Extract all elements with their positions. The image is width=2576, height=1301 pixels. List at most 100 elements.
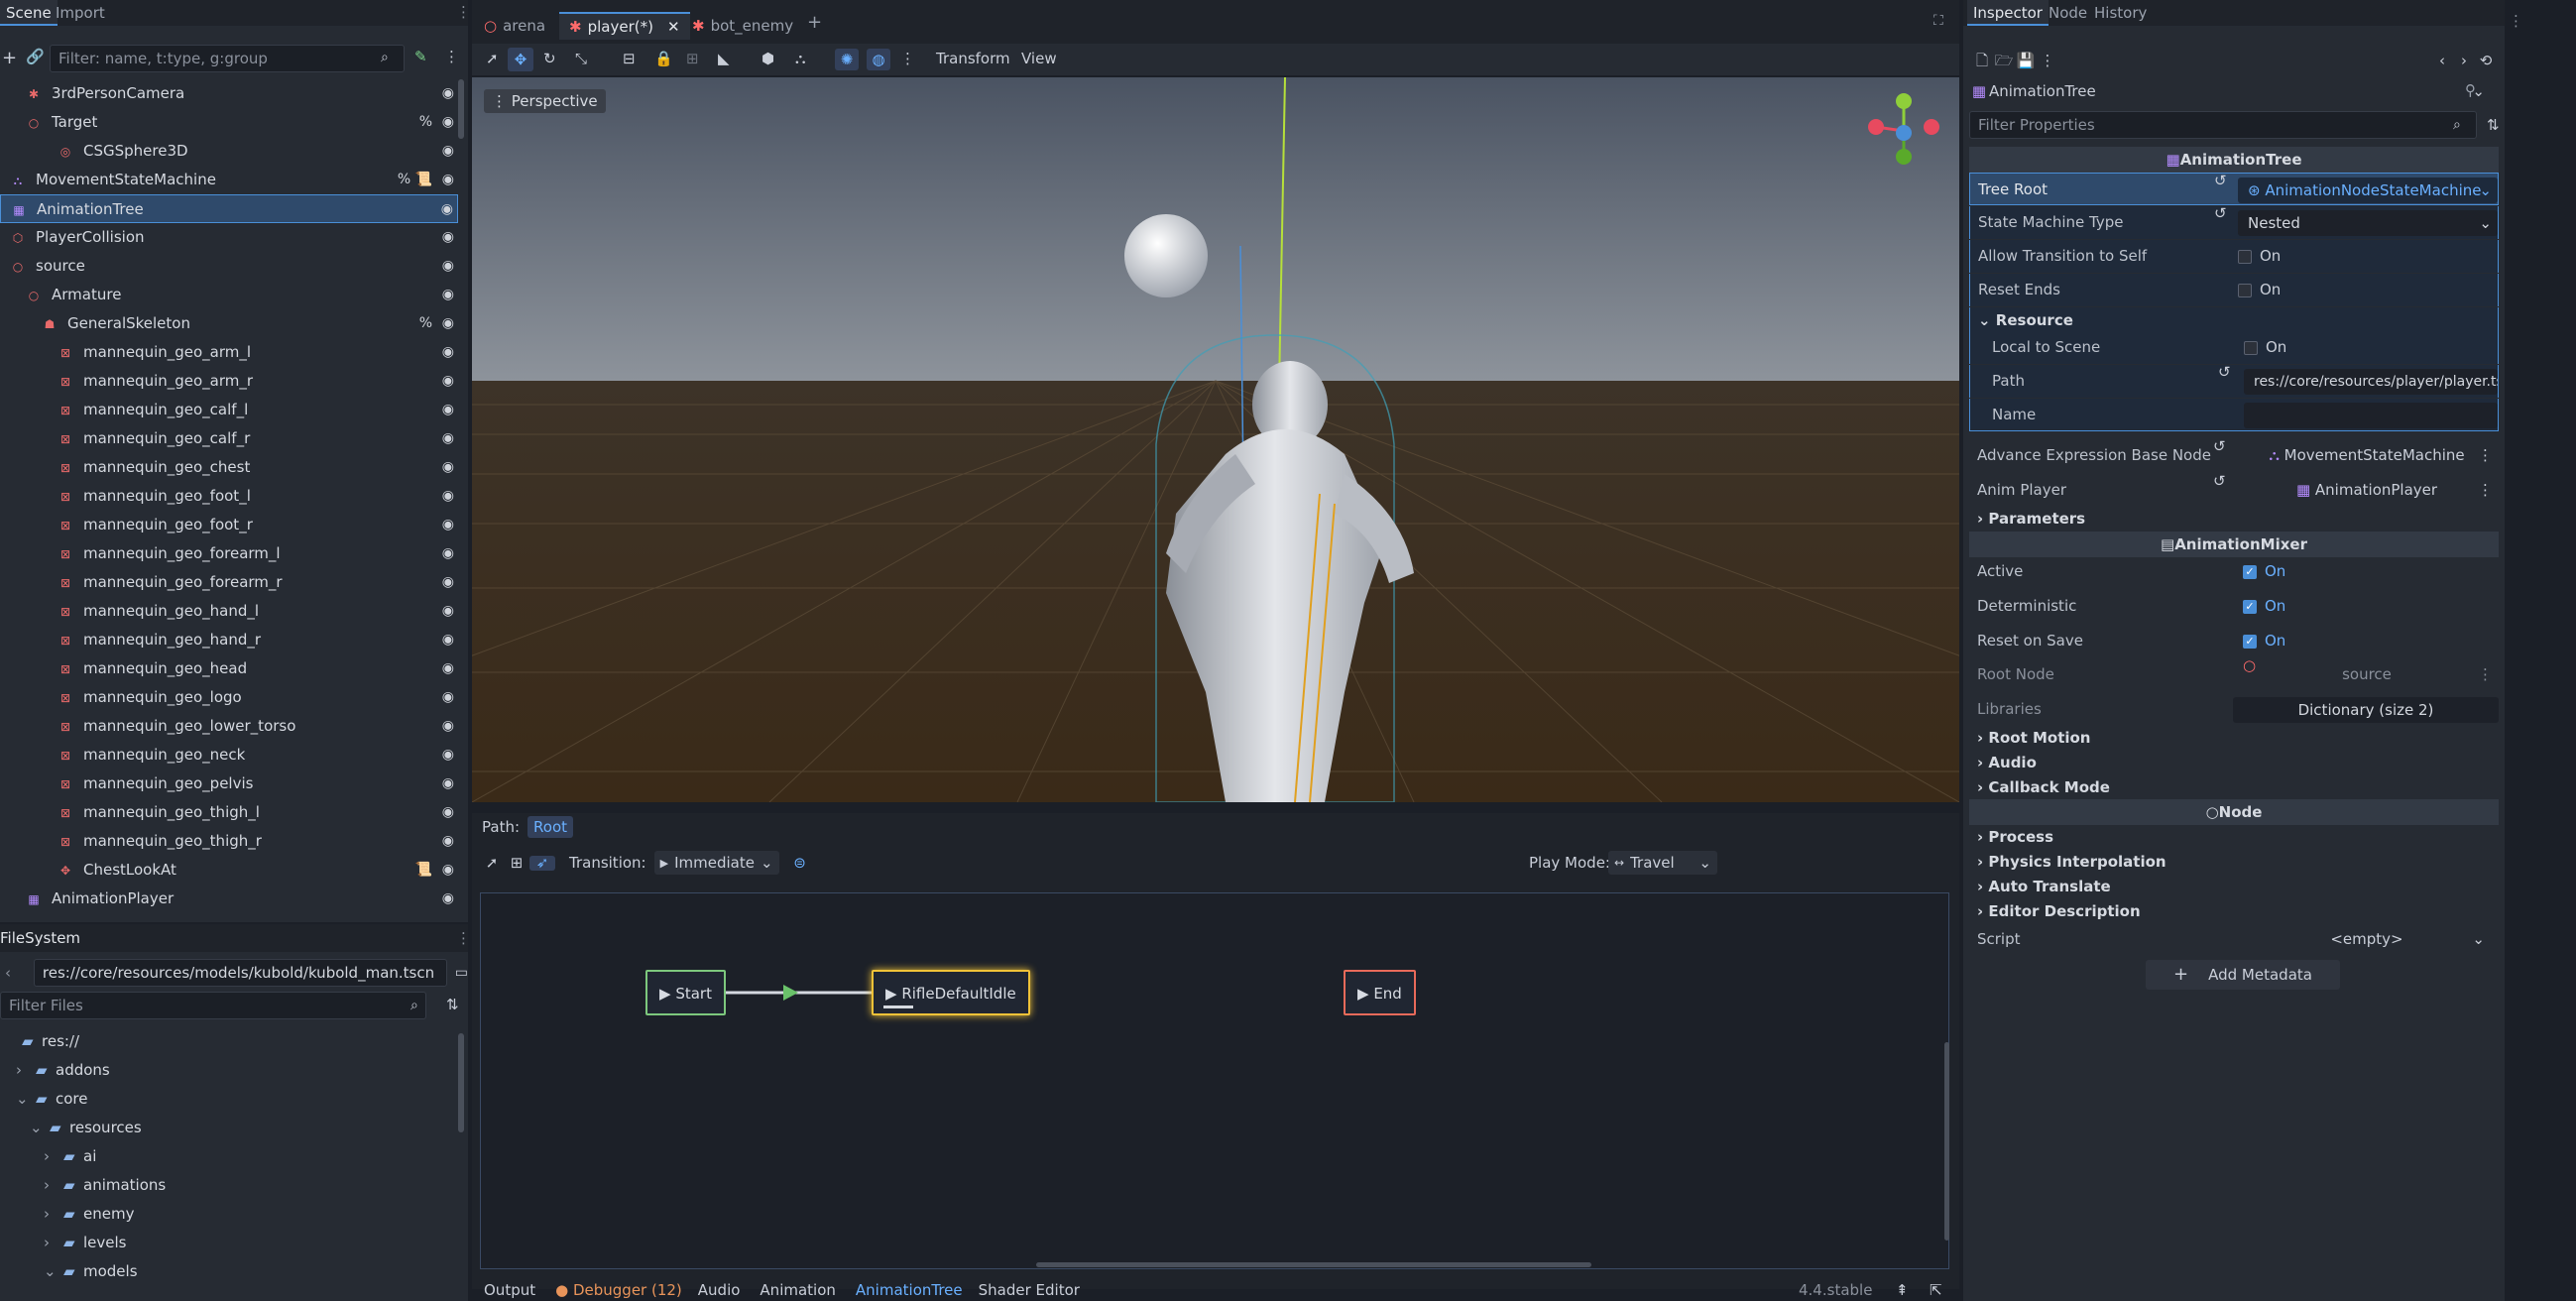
environment-icon[interactable]: ◍	[867, 49, 890, 70]
fs-tree-row[interactable]: › ▰ animations	[0, 1171, 458, 1200]
fs-menu-icon[interactable]: ⋮	[456, 924, 471, 952]
revert-icon[interactable]: ↺	[2218, 365, 2231, 380]
fs-tree-row[interactable]: › ▰ addons	[0, 1056, 458, 1085]
scene-tree-row[interactable]: ⊠ mannequin_geo_chest ◉	[0, 453, 458, 482]
expand-arrow-icon[interactable]: ›	[44, 1142, 58, 1171]
visibility-eye-icon[interactable]: ◉	[442, 654, 454, 683]
back-icon[interactable]: ‹	[0, 965, 16, 981]
view-menu[interactable]: View	[1021, 50, 1057, 67]
rotate-tool-icon[interactable]: ↻	[543, 52, 556, 66]
state-machine-graph[interactable]: ▶ Start ▶ RifleDefaultIdle ▶ End	[480, 892, 1949, 1269]
fullscreen-icon[interactable]: ⛶	[1933, 14, 1943, 28]
expand-arrow-icon[interactable]: ›	[44, 1171, 58, 1200]
select-tool-icon[interactable]: ➚	[486, 52, 499, 66]
script-value[interactable]: <empty> ⌄	[2243, 923, 2491, 956]
reset-on-save-checkbox[interactable]: ✓ On	[2243, 625, 2285, 657]
object-menu-icon[interactable]: ⚲	[2465, 81, 2476, 99]
visibility-eye-icon[interactable]: ◉	[442, 453, 454, 482]
section-physics-interpolation[interactable]: › Physics Interpolation	[1969, 849, 2499, 875]
scene-tree-row[interactable]: ⊠ mannequin_geo_arm_l ◉	[0, 338, 458, 367]
save-icon[interactable]: 💾	[2015, 53, 2037, 68]
state-node-rifle-default-idle[interactable]: ▶ RifleDefaultIdle	[872, 970, 1030, 1015]
anim-player-value[interactable]: ▦ AnimationPlayer	[2243, 474, 2491, 507]
object-selector[interactable]: ▦ AnimationTree ⌄	[1969, 77, 2485, 105]
section-audio[interactable]: › Audio	[1969, 750, 2499, 775]
state-machine-type-select[interactable]: Nested ⌄	[2238, 210, 2498, 236]
new-resource-icon[interactable]: 🗋	[1971, 53, 1993, 68]
open-icon[interactable]: 🗁	[1993, 53, 2015, 68]
filter-options-icon[interactable]: ⇅	[2487, 118, 2500, 133]
scene-tree-row[interactable]: ⛬ MovementStateMachine % 📜 ◉	[0, 166, 458, 194]
transition-dropdown[interactable]: ▶ Immediate ⌄	[653, 851, 779, 875]
more-icon[interactable]: ⋮	[2478, 658, 2493, 691]
link-icon[interactable]: 🔗	[26, 50, 45, 64]
tab-animation[interactable]: Animation	[760, 1281, 835, 1299]
visibility-eye-icon[interactable]: ◉	[442, 769, 454, 798]
section-editor-description[interactable]: › Editor Description	[1969, 898, 2499, 924]
tab-output[interactable]: Output	[484, 1281, 535, 1299]
fs-filter-input[interactable]: Filter Files	[0, 992, 426, 1019]
scene-tree-row[interactable]: ⊠ mannequin_geo_thigh_l ◉	[0, 798, 458, 827]
visibility-eye-icon[interactable]: ◉	[442, 309, 454, 338]
reset-ends-checkbox[interactable]: On	[2238, 274, 2281, 306]
create-node-icon[interactable]: ⊞	[504, 855, 529, 871]
scene-tree-row[interactable]: ⊠ mannequin_geo_hand_l ◉	[0, 597, 458, 626]
history-icon[interactable]: ⟲	[2475, 53, 2497, 68]
expand-arrow-icon[interactable]: ⌄	[30, 1114, 44, 1142]
scene-tree-row[interactable]: ▦ AnimationPlayer ◉	[0, 885, 458, 913]
visibility-eye-icon[interactable]: ◉	[442, 223, 454, 252]
more-icon[interactable]: ⋮	[2037, 53, 2058, 68]
expand-arrow-icon[interactable]: ⌄	[16, 1085, 30, 1114]
visibility-eye-icon[interactable]: ◉	[442, 281, 454, 309]
libraries-value[interactable]: Dictionary (size 2)	[2233, 697, 2499, 723]
scene-tree-row[interactable]: ○ source ◉	[0, 252, 458, 281]
scene-tree-row[interactable]: ⊠ mannequin_geo_calf_l ◉	[0, 396, 458, 424]
view-gizmo[interactable]	[1864, 91, 1943, 171]
revert-icon[interactable]: ↺	[2213, 439, 2226, 454]
deterministic-checkbox[interactable]: ✓ On	[2243, 590, 2285, 623]
visibility-eye-icon[interactable]: ◉	[442, 568, 454, 597]
scene-menu-icon[interactable]: ⋮	[444, 50, 459, 64]
visibility-eye-icon[interactable]: ◉	[442, 798, 454, 827]
revert-icon[interactable]: ↺	[2214, 174, 2227, 188]
visibility-eye-icon[interactable]: ◉	[442, 626, 454, 654]
node-badge-icon[interactable]: %	[419, 309, 432, 338]
section-root-motion[interactable]: › Root Motion	[1969, 725, 2499, 751]
visibility-eye-icon[interactable]: ◉	[442, 827, 454, 856]
visibility-eye-icon[interactable]: ◉	[442, 137, 454, 166]
graph-vscrollbar[interactable]	[1944, 1042, 1949, 1241]
expand-arrow-icon[interactable]: ›	[16, 1056, 30, 1085]
scene-scrollbar[interactable]	[458, 79, 464, 139]
more-icon[interactable]: ⋮	[2478, 439, 2493, 472]
section-process[interactable]: › Process	[1969, 824, 2499, 850]
add-node-icon[interactable]: +	[2, 50, 17, 67]
revert-icon[interactable]: ↺	[2213, 474, 2226, 489]
scale-tool-icon[interactable]: ⤡	[575, 52, 587, 66]
tab-node[interactable]: Node	[2043, 0, 2093, 26]
scene-filter-input[interactable]: Filter: name, t:type, g:group	[50, 45, 405, 72]
visibility-eye-icon[interactable]: ◉	[442, 338, 454, 367]
active-checkbox[interactable]: ✓ On	[2243, 555, 2285, 588]
visibility-eye-icon[interactable]: ◉	[442, 396, 454, 424]
scene-tree-row[interactable]: ⊠ mannequin_geo_forearm_r ◉	[0, 568, 458, 597]
visibility-eye-icon[interactable]: ◉	[442, 367, 454, 396]
visibility-eye-icon[interactable]: ◉	[442, 597, 454, 626]
state-node-end[interactable]: ▶ End	[1344, 970, 1416, 1015]
visibility-eye-icon[interactable]: ◉	[442, 683, 454, 712]
visibility-eye-icon[interactable]: ◉	[442, 856, 454, 885]
visibility-eye-icon[interactable]: ◉	[442, 741, 454, 769]
visibility-eye-icon[interactable]: ◉	[442, 885, 454, 913]
auto-advance-icon[interactable]: ⊜	[789, 855, 811, 871]
doc-tab-bot-enemy[interactable]: ✱ bot_enemy	[692, 14, 793, 38]
node-badge-icon[interactable]: %	[419, 108, 432, 137]
graph-hscrollbar[interactable]	[1036, 1262, 1591, 1267]
scene-tree-row[interactable]: ✱ 3rdPersonCamera ◉	[0, 79, 458, 108]
visibility-eye-icon[interactable]: ◉	[441, 195, 453, 224]
path-input[interactable]: res://core/resources/player/player.tsc	[2244, 369, 2498, 395]
fs-tree-row[interactable]: › ▰ levels	[0, 1229, 458, 1257]
scene-tree-row[interactable]: ⊠ mannequin_geo_head ◉	[0, 654, 458, 683]
transform-menu[interactable]: Transform	[936, 50, 1010, 67]
scene-tree-row[interactable]: ☗ GeneralSkeleton% ◉	[0, 309, 458, 338]
add-metadata-button[interactable]: + Add Metadata	[2146, 960, 2340, 990]
section-auto-translate[interactable]: › Auto Translate	[1969, 874, 2499, 899]
